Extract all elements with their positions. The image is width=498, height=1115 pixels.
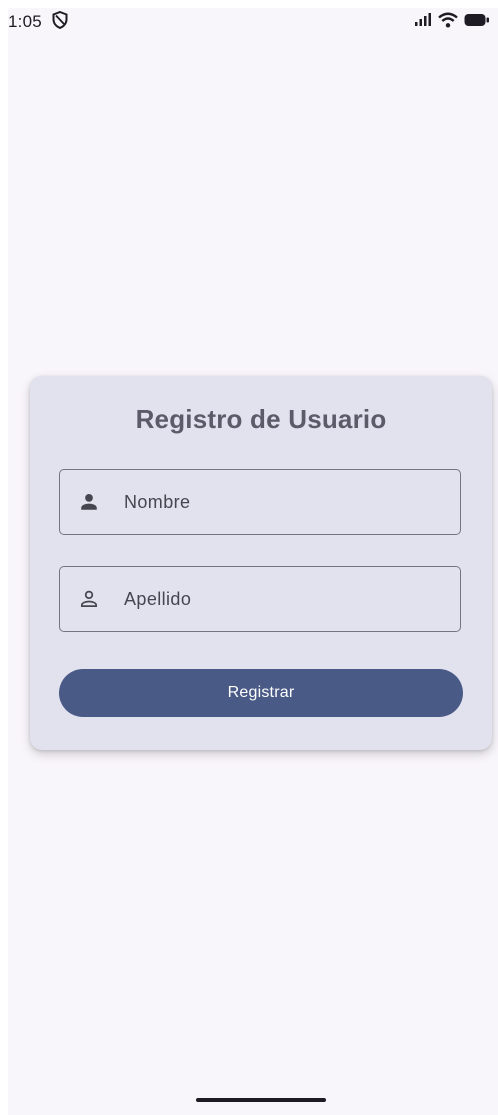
nombre-field[interactable] <box>59 469 461 535</box>
apellido-field[interactable] <box>59 566 461 632</box>
registrar-button[interactable]: Registrar <box>59 669 463 717</box>
status-time: 1:05 <box>8 12 42 31</box>
nombre-input[interactable] <box>122 490 446 514</box>
form-title: Registro de Usuario <box>135 404 387 434</box>
home-indicator[interactable] <box>196 1098 326 1102</box>
registration-card: Registro de Usuario Registrar <box>30 376 492 750</box>
status-bar: 1:05 <box>8 8 498 36</box>
status-right <box>414 12 498 33</box>
person-filled-icon <box>77 490 101 514</box>
shield-outline-icon <box>52 10 68 34</box>
status-left: 1:05 <box>8 10 68 34</box>
app-screen: 1:05 Registro de Usuario Nombre Apellido… <box>8 8 498 1115</box>
apellido-input[interactable] <box>122 587 446 611</box>
wifi-icon <box>438 12 458 33</box>
signal-icon <box>414 12 432 32</box>
battery-icon <box>464 13 490 32</box>
person-outline-icon <box>77 587 101 611</box>
